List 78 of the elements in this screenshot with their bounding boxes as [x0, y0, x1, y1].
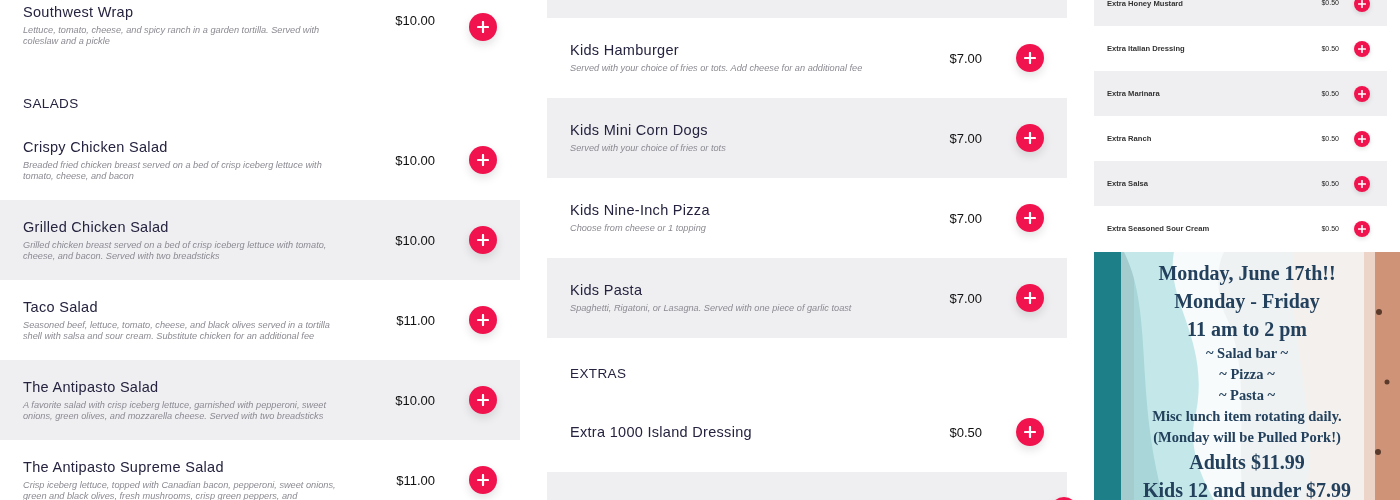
plus-icon — [1024, 292, 1036, 304]
item-description: Choose from cheese or 1 topping — [570, 223, 707, 234]
flyer-text: Misc lunch item rotating daily. — [1152, 407, 1342, 426]
plus-icon — [1024, 132, 1036, 144]
add-button[interactable] — [1016, 284, 1044, 312]
add-button[interactable] — [469, 226, 497, 254]
item-price: $7.00 — [948, 50, 982, 66]
add-button[interactable] — [469, 146, 497, 174]
plus-icon — [1024, 426, 1036, 438]
add-button[interactable] — [469, 466, 497, 494]
plus-icon — [477, 394, 489, 406]
item-name: The Antipasto Salad — [23, 379, 160, 395]
plus-icon — [1024, 212, 1036, 224]
item-name: Taco Salad — [23, 299, 99, 315]
plus-icon — [1358, 0, 1366, 8]
item-name: Southwest Wrap — [23, 4, 135, 20]
add-button[interactable] — [469, 386, 497, 414]
add-button[interactable] — [1354, 0, 1370, 12]
flyer-text: (Monday will be Pulled Pork!) — [1153, 428, 1341, 447]
plus-icon — [1024, 52, 1036, 64]
item-description: Grilled chicken breast served on a bed of crisp iceberg lettuce with tomato, cheese, and bacon. Served with two breadsticks — [23, 240, 328, 261]
plus-icon — [1358, 224, 1366, 233]
plus-icon — [477, 234, 489, 246]
item-description: Served with your choice of fries or tots — [570, 143, 727, 154]
item-name: Grilled Chicken Salad — [23, 219, 170, 235]
flyer-text: Adults $11.99 — [1189, 450, 1305, 475]
item-price: $10.00 — [394, 232, 435, 248]
flyer-text: 11 am to 2 pm — [1187, 317, 1307, 343]
item-price: $10.00 — [394, 392, 435, 408]
plus-icon — [1358, 89, 1366, 98]
flyer-text: Monday - Friday — [1174, 289, 1320, 315]
flyer-text: ~ Pizza ~ — [1219, 365, 1275, 384]
add-button[interactable] — [1016, 44, 1044, 72]
add-button[interactable] — [1354, 40, 1370, 57]
add-button[interactable] — [1354, 220, 1370, 237]
item-description: Spaghetti, Rigatoni, or Lasagna. Served with one piece of garlic toast — [570, 303, 853, 314]
item-name: Kids Pasta — [570, 282, 644, 299]
item-name: Kids Mini Corn Dogs — [570, 122, 709, 139]
plus-icon — [1358, 44, 1366, 53]
flyer-text: ~ Pasta ~ — [1218, 386, 1276, 405]
item-price: $11.00 — [395, 312, 435, 328]
item-name: The Antipasto Supreme Salad — [23, 459, 225, 475]
flyer-text: Monday, June 17th!! — [1158, 261, 1336, 287]
item-price: $10.00 — [394, 13, 435, 28]
item-name: Kids Nine-Inch Pizza — [570, 202, 711, 219]
add-button[interactable] — [469, 13, 497, 41]
plus-icon — [477, 21, 489, 33]
plus-icon — [477, 474, 489, 486]
add-button[interactable] — [469, 306, 497, 334]
item-price: $7.00 — [948, 210, 982, 226]
item-description: Lettuce, tomato, cheese, and spicy ranch in a garden tortilla. Served with coleslaw and a pickle — [23, 25, 321, 46]
add-button[interactable] — [1016, 204, 1044, 232]
add-button[interactable] — [1016, 418, 1044, 446]
add-button[interactable] — [1354, 130, 1370, 147]
item-price: $7.00 — [948, 290, 982, 306]
add-button[interactable] — [1016, 124, 1044, 152]
flyer-text: ~ Salad bar ~ — [1205, 344, 1289, 363]
plus-icon — [1358, 134, 1366, 143]
add-button[interactable] — [1354, 175, 1370, 192]
item-name: Extra 1000 Island Dressing — [570, 424, 753, 440]
flyer-text: Kids 12 and under $7.99 — [1143, 478, 1351, 500]
section-heading: EXTRAS — [570, 366, 627, 381]
item-price: $0.50 — [948, 424, 982, 440]
item-name: Crispy Chicken Salad — [23, 139, 169, 155]
item-description: Seasoned beef, lettuce, tomato, cheese, and black olives served in a tortilla shell with salsa and sour cream. Substitute chicken for an additional fee — [23, 320, 331, 341]
plus-icon — [1358, 179, 1366, 188]
item-description: A favorite salad with crisp iceberg lettuce, garnished with pepperoni, sweet onions, green olives, and mozzarella cheese. Served with two breadsticks — [23, 400, 328, 421]
item-price: $7.00 — [948, 130, 982, 146]
item-description: Served with your choice of fries or tots. Add cheese for an additional fee — [570, 63, 864, 74]
plus-icon — [477, 314, 489, 326]
item-name: Kids Hamburger — [570, 42, 680, 59]
plus-icon — [477, 154, 489, 166]
add-button[interactable] — [1354, 85, 1370, 102]
item-price: $11.00 — [395, 472, 435, 488]
item-price: $10.00 — [394, 152, 435, 168]
section-heading: SALADS — [23, 96, 79, 111]
item-description: Breaded fried chicken breast served on a bed of crisp iceberg lettuce with tomato, cheese, and bacon — [23, 160, 323, 181]
item-description: Crisp iceberg lettuce, topped with Canadian bacon, pepperoni, sweet onions, green and black olives, fresh mushrooms, crisp green peppers, and — [23, 480, 337, 500]
